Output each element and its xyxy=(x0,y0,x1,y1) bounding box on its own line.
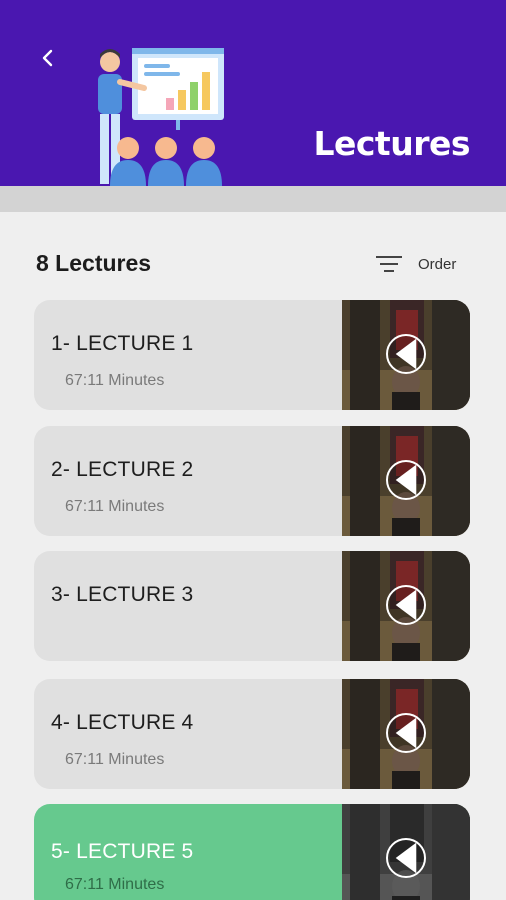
play-icon xyxy=(395,717,417,749)
lecture-card[interactable]: 4- LECTURE 4 67:11 Minutes xyxy=(34,679,470,789)
lecture-title: 3- LECTURE 3 xyxy=(51,583,194,606)
play-icon xyxy=(395,338,417,370)
lecture-thumbnail xyxy=(342,551,470,661)
app-header: Lectures xyxy=(0,0,506,186)
lecture-card[interactable]: 3- LECTURE 3 xyxy=(34,551,470,661)
play-button[interactable] xyxy=(386,460,426,500)
play-button[interactable] xyxy=(386,585,426,625)
lecture-thumbnail xyxy=(342,679,470,789)
lecture-duration: 67:11 Minutes xyxy=(65,751,165,768)
lecture-thumbnail xyxy=(342,804,470,900)
play-button[interactable] xyxy=(386,838,426,878)
lecture-title: 1- LECTURE 1 xyxy=(51,332,194,355)
lecture-duration: 67:11 Minutes xyxy=(65,372,165,389)
filter-lines-icon xyxy=(376,256,402,272)
lecture-count: 8 Lectures xyxy=(36,250,152,276)
header-divider xyxy=(0,186,506,212)
page-title: Lectures xyxy=(313,124,470,163)
play-icon xyxy=(395,589,417,621)
lecture-title: 5- LECTURE 5 xyxy=(51,840,194,863)
play-icon xyxy=(395,464,417,496)
play-button[interactable] xyxy=(386,334,426,374)
lecture-title: 4- LECTURE 4 xyxy=(51,711,194,734)
back-button[interactable] xyxy=(32,42,64,74)
play-icon xyxy=(395,842,417,874)
presentation-illustration xyxy=(98,48,224,186)
lecture-duration: 67:11 Minutes xyxy=(65,876,165,893)
lecture-card[interactable]: 2- LECTURE 2 67:11 Minutes xyxy=(34,426,470,536)
lecture-thumbnail xyxy=(342,426,470,536)
lecture-card[interactable]: 1- LECTURE 1 67:11 Minutes xyxy=(34,300,470,410)
order-button[interactable]: Order xyxy=(374,254,456,274)
lecture-title: 2- LECTURE 2 xyxy=(51,458,194,481)
lecture-duration: 67:11 Minutes xyxy=(65,498,165,515)
play-button[interactable] xyxy=(386,713,426,753)
lecture-thumbnail xyxy=(342,300,470,410)
chevron-left-icon xyxy=(42,49,53,67)
lecture-card-active[interactable]: 5- LECTURE 5 67:11 Minutes xyxy=(34,804,470,900)
order-label: Order xyxy=(418,255,457,273)
